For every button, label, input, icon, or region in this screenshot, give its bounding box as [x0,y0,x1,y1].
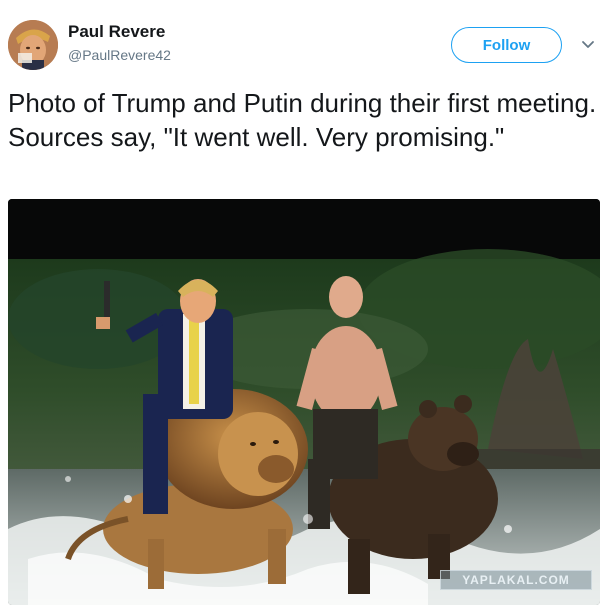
chevron-down-icon[interactable] [578,34,598,54]
follow-button[interactable]: Follow [451,27,562,63]
tweet-text: Photo of Trump and Putin during their fi… [8,88,597,152]
avatar[interactable] [8,20,58,70]
tweet-card: Paul Revere @PaulRevere42 Follow Photo o… [0,0,610,610]
author-handle[interactable]: @PaulRevere42 [68,46,171,64]
tweet-media-photo[interactable] [8,199,600,605]
author-display-name[interactable]: Paul Revere [68,22,165,42]
media-watermark: YAPLAKAL.COM [440,570,592,590]
